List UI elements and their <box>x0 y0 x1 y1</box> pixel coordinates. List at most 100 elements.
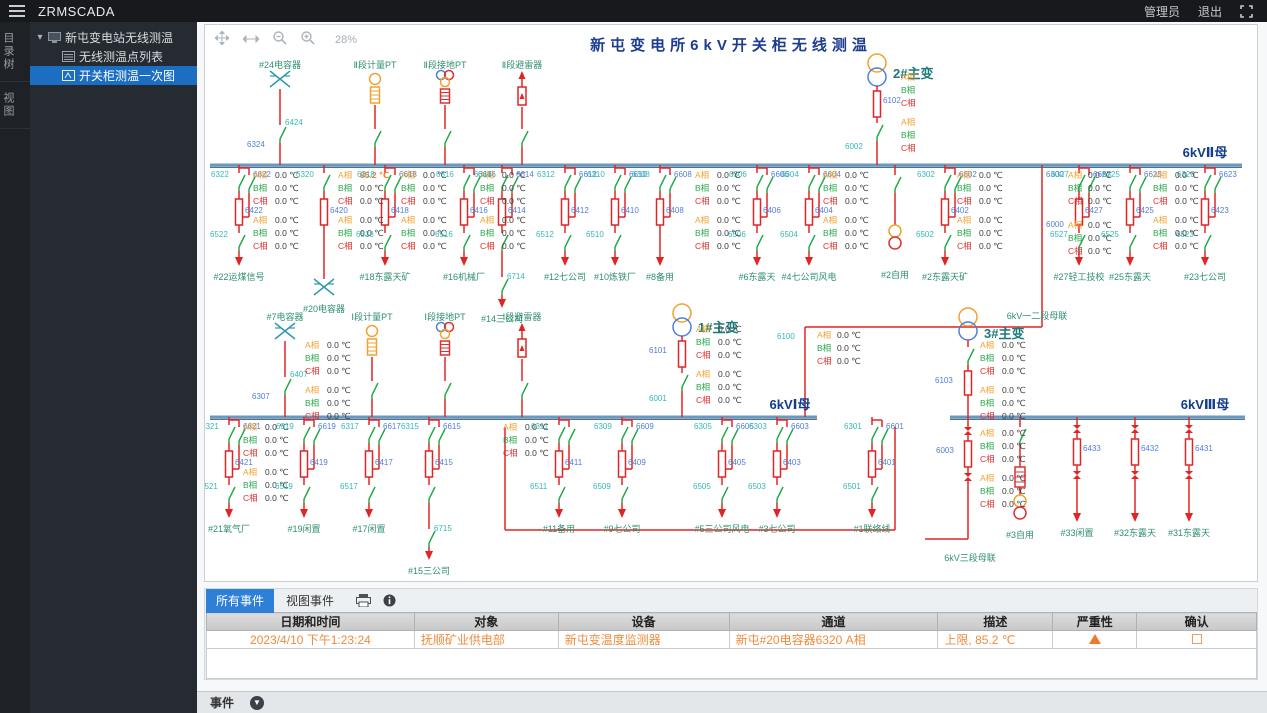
feeder-label: Ⅰ段接地PT <box>424 312 466 322</box>
device-number: 6502 <box>916 230 934 239</box>
ack-checkbox[interactable] <box>1191 633 1202 644</box>
device-number: 6423 <box>1211 206 1229 215</box>
temp-value: 0.0 ℃ <box>979 183 1003 193</box>
col-severity[interactable]: 严重性 <box>1052 612 1138 631</box>
device-number: 6321 <box>205 422 219 431</box>
tree-node-station[interactable]: ▾ 新屯变电站无线测温 <box>30 22 197 47</box>
oneline-diagram-panel[interactable]: 28% 新屯变电所6kV开关柜无线测温 6kVⅡ母 6kVⅠ母 6kVⅢ母 #24电容… <box>204 24 1258 582</box>
col-device[interactable]: 设备 <box>557 612 730 631</box>
temp-value: 0.0 ℃ <box>845 170 869 180</box>
device-number: 6414 <box>508 206 526 215</box>
phase-label: B相 <box>980 353 995 363</box>
device-number: 6521 <box>205 482 218 491</box>
phase-label: C相 <box>338 241 353 251</box>
device-number: 6411 <box>565 458 583 467</box>
phase-label: A相 <box>695 170 710 180</box>
col-object[interactable]: 对象 <box>413 612 559 631</box>
col-datetime[interactable]: 日期和时间 <box>206 612 415 631</box>
fullscreen-icon[interactable] <box>1240 4 1253 18</box>
phase-label: A相 <box>480 215 495 225</box>
phase-label: C相 <box>696 350 711 360</box>
phase-label: C相 <box>823 241 838 251</box>
device-number: 6319 <box>276 422 294 431</box>
phase-label: A相 <box>401 215 416 225</box>
pan-icon[interactable] <box>214 29 230 50</box>
phase-label: B相 <box>957 228 972 238</box>
device-number: 6402 <box>951 206 969 215</box>
event-table-empty-area <box>206 649 1257 679</box>
temp-value: 0.0 ℃ <box>265 467 289 477</box>
device-number: 6312 <box>537 170 555 179</box>
rail-tab-tree[interactable]: 目录树 <box>0 22 30 82</box>
tree-item-point-list[interactable]: 无线测温点列表 <box>30 47 197 66</box>
menu-icon[interactable] <box>9 5 25 17</box>
event-row[interactable]: 2023/4/10 下午1:23:24 抚顺矿业供电部 新屯变温度监测器 新屯#… <box>206 630 1257 649</box>
device-number: 6517 <box>340 482 358 491</box>
col-description[interactable]: 描述 <box>937 612 1054 631</box>
phase-label: A相 <box>1153 170 1168 180</box>
phase-label: A相 <box>901 72 916 82</box>
phase-label: B相 <box>980 486 995 496</box>
device-number: 6714 <box>507 272 525 281</box>
event-channel: 新屯#20电容器6320 A相 <box>728 630 939 649</box>
temp-value: 0.0 ℃ <box>525 435 549 445</box>
phase-label: B相 <box>338 228 353 238</box>
device-number: 6308 <box>632 170 650 179</box>
feeder-label: #1联络线 <box>853 524 891 534</box>
info-icon[interactable] <box>383 594 396 607</box>
tree-item-oneline-diagram[interactable]: 开关柜测温一次图 <box>30 66 197 85</box>
device-number: 6001 <box>649 394 667 403</box>
device-number: 6316 <box>436 170 454 179</box>
rail-tab-view[interactable]: 视图 <box>0 82 30 129</box>
tree-node-label: 新屯变电站无线测温 <box>65 31 174 45</box>
phase-label: C相 <box>480 241 495 251</box>
temp-value: 0.0 ℃ <box>423 196 447 206</box>
phase-label: B相 <box>480 183 495 193</box>
temp-value: 0.0 ℃ <box>717 170 741 180</box>
phase-label: B相 <box>901 130 916 140</box>
phase-label: B相 <box>980 398 995 408</box>
phase-label: A相 <box>253 170 268 180</box>
device-number: 6314 <box>474 170 492 179</box>
temp-value: 0.0 ℃ <box>979 215 1003 225</box>
temp-value: 0.0 ℃ <box>1002 454 1026 464</box>
device-number: 6003 <box>936 446 954 455</box>
device-number: 6304 <box>781 170 799 179</box>
oneline-canvas[interactable]: 6kVⅡ母 6kVⅠ母 6kVⅢ母 #24电容器 6424 6324 Ⅱ段计量PT Ⅱ段接地P… <box>205 25 1257 581</box>
device-number: 6503 <box>748 482 766 491</box>
chevron-down-icon[interactable]: ▼ <box>250 695 265 710</box>
phase-label: B相 <box>338 183 353 193</box>
phase-label: A相 <box>980 473 995 483</box>
temp-value: 0.0 ℃ <box>1175 215 1199 225</box>
temp-value: 0.0 ℃ <box>525 448 549 458</box>
zoom-in-icon[interactable] <box>301 30 315 50</box>
caret-down-icon[interactable]: ▾ <box>34 32 46 43</box>
phase-label: A相 <box>243 422 258 432</box>
event-severity <box>1052 630 1138 649</box>
temp-value: 0.0 ℃ <box>265 493 289 503</box>
temp-value: 0.0 ℃ <box>845 183 869 193</box>
temp-value: 0.0 ℃ <box>360 241 384 251</box>
logout-button[interactable]: 退出 <box>1198 3 1222 20</box>
phase-label: B相 <box>243 480 258 490</box>
phase-label: B相 <box>695 228 710 238</box>
event-device: 新屯变温度监测器 <box>557 630 730 649</box>
feeder-label: #16机械厂 <box>442 272 486 282</box>
tab-all-events[interactable]: 所有事件 <box>206 588 275 613</box>
temp-value: 0.0 ℃ <box>275 241 299 251</box>
device-number: 6101 <box>649 346 667 355</box>
phase-label: A相 <box>338 170 353 180</box>
col-channel[interactable]: 通道 <box>728 612 939 631</box>
col-ack[interactable]: 确认 <box>1136 612 1257 631</box>
feeder-label: #33闲置 <box>1060 528 1094 538</box>
print-icon[interactable] <box>356 594 372 607</box>
user-menu[interactable]: 管理员 <box>1144 3 1180 20</box>
tab-view-events[interactable]: 视图事件 <box>276 589 344 613</box>
temp-value: 0.0 ℃ <box>1002 385 1026 395</box>
device-number: 6511 <box>530 482 548 491</box>
zoom-out-icon[interactable] <box>273 30 287 50</box>
device-number: 6322 <box>211 170 229 179</box>
fit-width-icon[interactable] <box>242 31 260 49</box>
phase-label: B相 <box>253 183 268 193</box>
device-number: 6427 <box>1085 206 1103 215</box>
